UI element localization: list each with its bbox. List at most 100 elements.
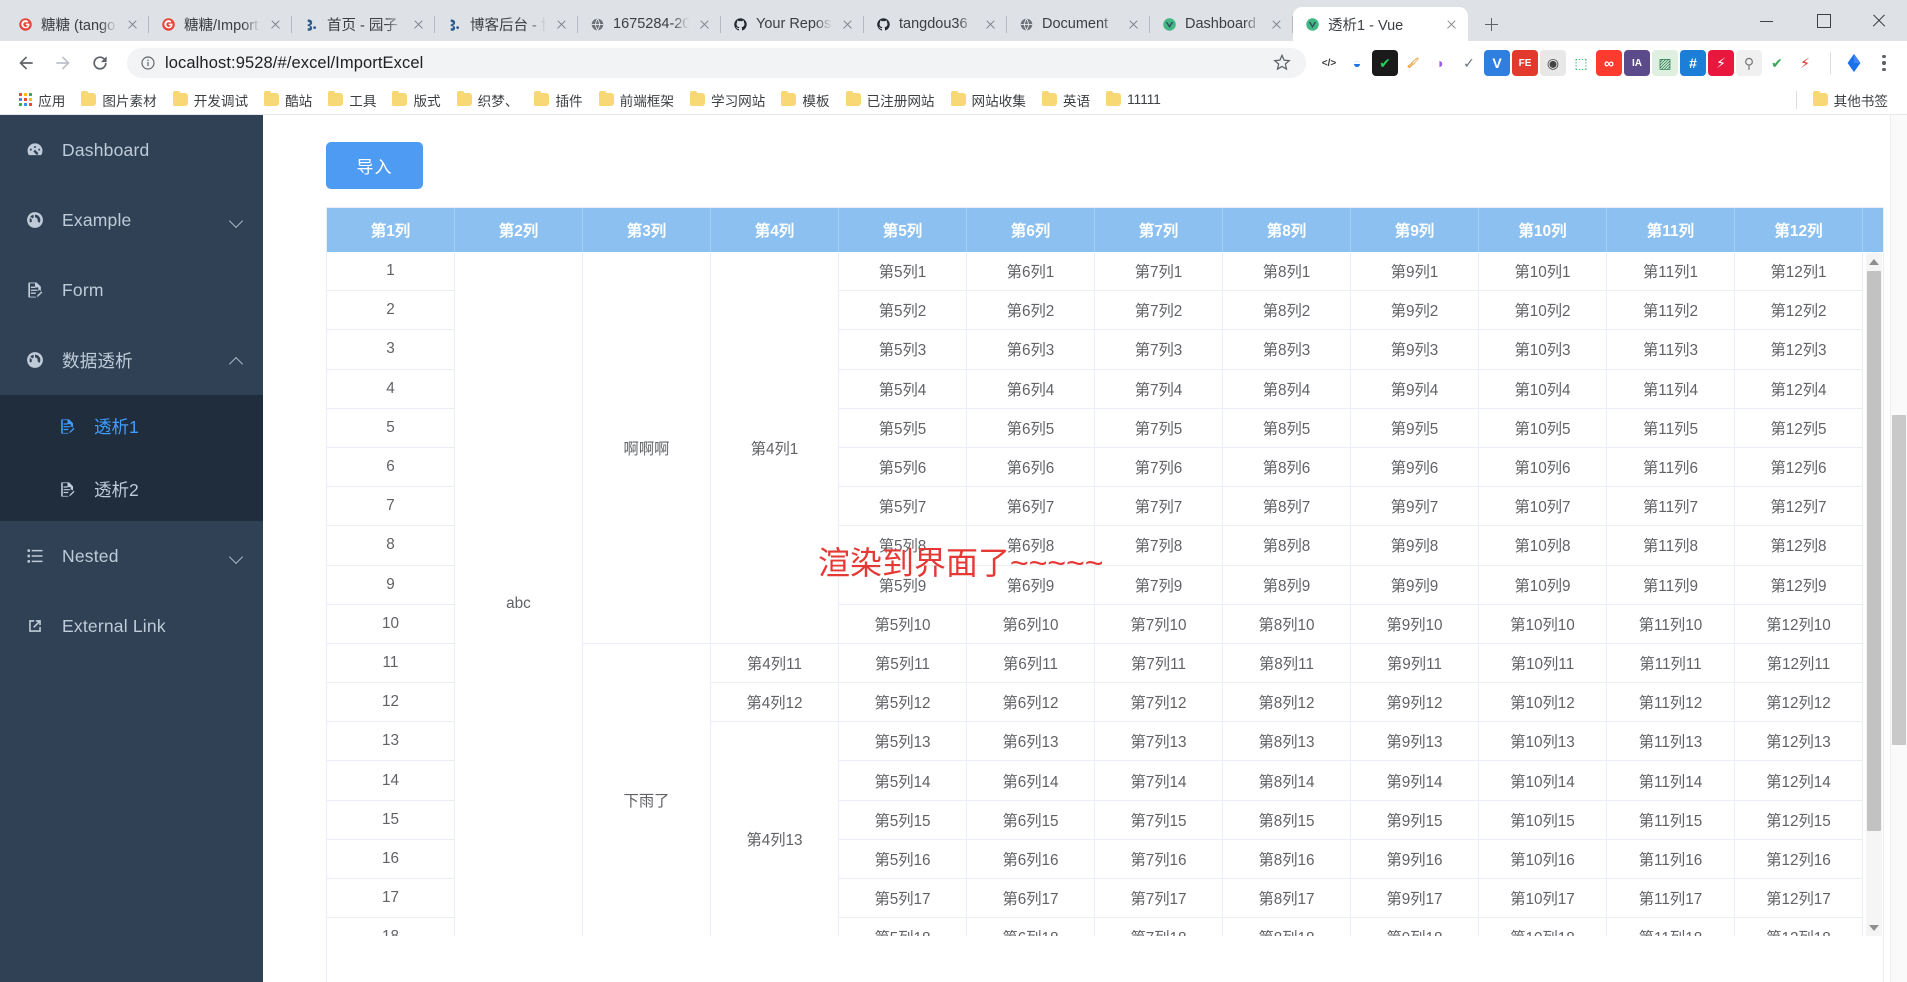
table-cell: 第8列12 [1223,683,1351,723]
new-tab-button[interactable] [1474,7,1508,41]
sidebar-item-external-link[interactable]: External Link [0,591,263,661]
hash-extension[interactable]: # [1680,50,1706,76]
browser-tab[interactable]: 透析1 - Vue [1293,7,1468,41]
sidebar-item-nested[interactable]: Nested [0,521,263,591]
sidebar-item-data-analysis[interactable]: 数据透析 [0,325,263,395]
tab-close-icon[interactable] [553,16,570,33]
import-button[interactable]: 导入 [326,142,423,189]
vertical-scroll-thumb[interactable] [1867,271,1881,831]
back-icon[interactable] [9,46,43,80]
browser-tab[interactable]: 糖糖/Import [149,7,292,41]
lightning-extension[interactable]: ⚡ [1708,50,1734,76]
folder-icon [1041,90,1057,106]
browser-tab[interactable]: Dashboard [1150,7,1293,41]
browser-tab[interactable]: 首页 - 园子 [292,7,435,41]
table-vertical-scrollbar[interactable] [1866,253,1882,936]
apps-shortcut[interactable]: 应用 [11,86,73,114]
scroll-up-arrow-icon[interactable] [1866,253,1882,270]
close-icon[interactable] [1851,0,1907,41]
table-column-header[interactable]: 第3列 [583,208,711,252]
palette-extension[interactable]: ◒ [1344,50,1370,76]
forward-icon[interactable] [46,46,80,80]
table-column-header[interactable]: 第5列 [839,208,967,252]
browser-tab[interactable]: 1675284-20 [578,7,721,41]
bookmark-item[interactable]: 图片素材 [73,86,164,114]
sidebar-item-dashboard[interactable]: Dashboard [0,115,263,185]
table-column-header[interactable]: 第2列 [455,208,583,252]
reload-icon[interactable] [83,46,117,80]
table-column-header[interactable]: 第8列 [1223,208,1351,252]
table-cell: 第5列16 [839,839,967,879]
site-info-icon[interactable] [140,55,156,71]
infinity-extension[interactable]: ∞ [1596,50,1622,76]
tab-close-icon[interactable] [696,16,713,33]
bookmark-item[interactable]: 模板 [773,86,837,114]
table-column-header[interactable]: 第6列 [967,208,1095,252]
tab-close-icon[interactable] [1443,16,1460,33]
scroll-down-arrow-icon[interactable] [1866,919,1882,936]
camera-extension[interactable]: ◉ [1540,50,1566,76]
tab-close-icon[interactable] [1268,16,1285,33]
checkmark-extension[interactable]: ✓ [1456,50,1482,76]
browser-tab[interactable]: Document [1007,7,1150,41]
address-bar[interactable]: localhost:9528/#/excel/ImportExcel [127,48,1306,78]
browser-tab[interactable]: 博客后台 - 博 [435,7,578,41]
check-dark-extension[interactable]: ✔ [1372,50,1398,76]
vimium-extension[interactable]: V [1484,50,1510,76]
browser-tab[interactable]: Your Repos [721,7,864,41]
tab-close-icon[interactable] [1125,16,1142,33]
bookmark-item[interactable]: 11111 [1098,88,1169,111]
table-column-header[interactable]: 第12列 [1735,208,1863,252]
code-extension[interactable]: </> [1316,50,1342,76]
screenshot-extension[interactable]: ⬚ [1568,50,1594,76]
table-cell: 7 [327,487,455,527]
bookmark-item[interactable]: 工具 [320,86,384,114]
tab-close-icon[interactable] [267,16,284,33]
sidebar-item-touxi2[interactable]: 透析2 [0,458,263,521]
shield-extension[interactable]: ✔ [1764,50,1790,76]
table-cell: 10 [327,604,455,644]
page-scrollbar[interactable] [1890,115,1907,982]
purple-blob-extension[interactable]: ◗ [1428,50,1454,76]
browser-tab[interactable]: 糖糖 (tango [6,7,149,41]
bookmark-item[interactable]: 织梦、 [449,86,527,114]
table-cell: 第11列5 [1607,408,1735,448]
table-column-header[interactable]: 第1列 [327,208,455,252]
tab-close-icon[interactable] [410,16,427,33]
bookmark-item[interactable]: 学习网站 [682,86,773,114]
browser-tab[interactable]: tangdou36 [864,7,1007,41]
table-column-header[interactable]: 第10列 [1479,208,1607,252]
bookmark-item[interactable]: 版式 [384,86,448,114]
kebab-menu-icon[interactable] [1870,48,1898,78]
bookmark-item[interactable]: 英语 [1034,86,1098,114]
bookmark-item[interactable]: 网站收集 [943,86,1034,114]
tab-close-icon[interactable] [982,16,999,33]
sidebar-item-touxi1[interactable]: 透析1 [0,395,263,458]
image-extension[interactable]: ▨ [1652,50,1678,76]
table-column-header[interactable]: 第11列 [1607,208,1735,252]
other-bookmarks-button[interactable]: 其他书签 [1805,86,1896,114]
table-body-viewport[interactable]: 1 第5列1 第6列1 第7列1 第8列1 第9列1 第10列1 第11列1 第12列1 2 第5列… [327,252,1883,936]
page-scroll-thumb[interactable] [1892,415,1906,745]
ia-extension[interactable]: IA [1624,50,1650,76]
key-extension[interactable]: ⚲ [1736,50,1762,76]
bookmark-item[interactable]: 开发调试 [165,86,256,114]
tab-close-icon[interactable] [839,16,856,33]
maximize-icon[interactable] [1795,0,1851,41]
table-column-header[interactable]: 第7列 [1095,208,1223,252]
brush-extension[interactable]: 🖌 [1400,50,1426,76]
tab-close-icon[interactable] [124,16,141,33]
table-column-header[interactable]: 第9列 [1351,208,1479,252]
table-column-header[interactable]: 第4列 [711,208,839,252]
bookmark-item[interactable]: 插件 [526,86,590,114]
sidebar-item-example[interactable]: Example [0,185,263,255]
fe-helper-extension[interactable]: FE [1512,50,1538,76]
profile-avatar[interactable] [1841,50,1867,76]
bookmark-item[interactable]: 前端框架 [591,86,682,114]
bookmark-item[interactable]: 酷站 [256,86,320,114]
bookmark-item[interactable]: 已注册网站 [838,86,943,114]
sidebar-item-form[interactable]: Form [0,255,263,325]
flash-colored-extension[interactable]: ⚡ [1792,50,1818,76]
star-icon[interactable] [1272,52,1294,74]
minimize-icon[interactable] [1739,0,1795,41]
